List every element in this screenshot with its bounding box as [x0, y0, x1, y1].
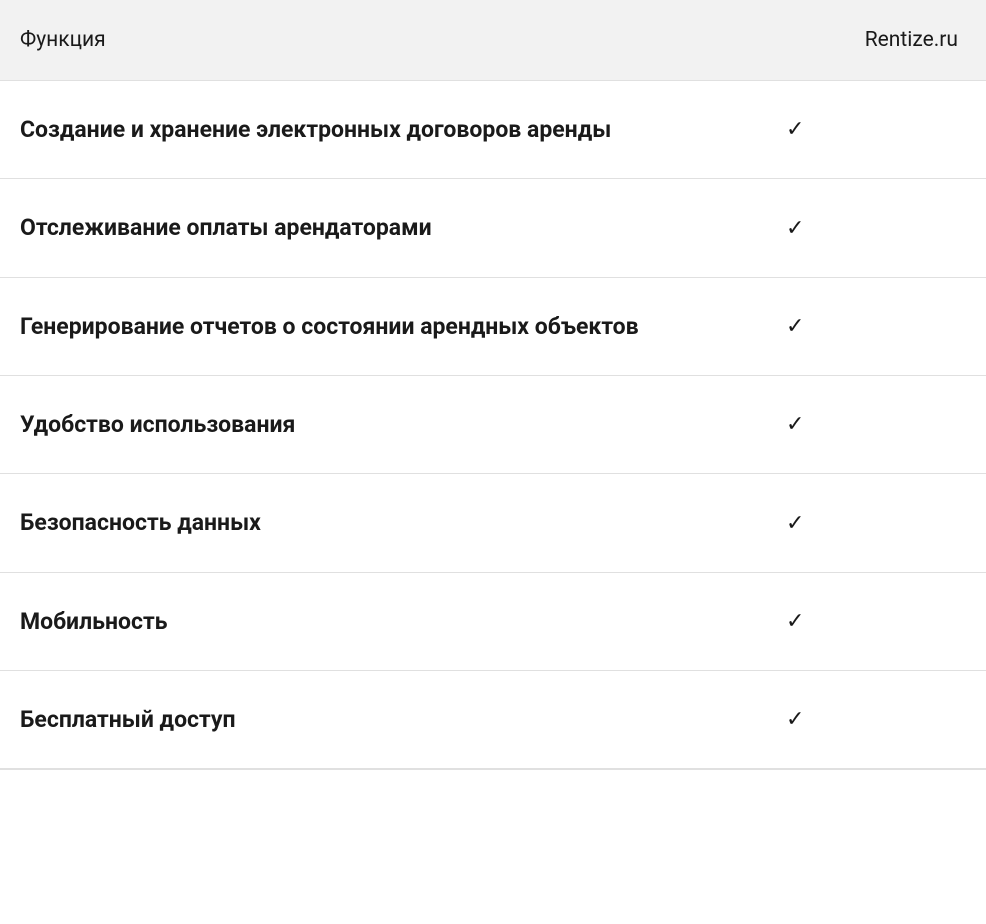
- table-row: Удобство использования ✓: [0, 376, 986, 474]
- check-icon: ✓: [726, 179, 986, 277]
- check-icon: ✓: [726, 572, 986, 670]
- column-header-feature: Функция: [0, 0, 726, 81]
- feature-label: Безопасность данных: [0, 474, 726, 572]
- feature-label: Генерирование отчетов о состоянии арендн…: [0, 277, 726, 375]
- check-icon: ✓: [726, 277, 986, 375]
- check-icon: ✓: [726, 474, 986, 572]
- feature-label: Отслеживание оплаты арендаторами: [0, 179, 726, 277]
- check-icon: ✓: [726, 81, 986, 179]
- table-row: Создание и хранение электронных договоро…: [0, 81, 986, 179]
- feature-label: Удобство использования: [0, 376, 726, 474]
- table-row: Отслеживание оплаты арендаторами ✓: [0, 179, 986, 277]
- column-header-brand: Rentize.ru: [726, 0, 986, 81]
- table-row: Бесплатный доступ ✓: [0, 671, 986, 770]
- feature-label: Создание и хранение электронных договоро…: [0, 81, 726, 179]
- table-body: Создание и хранение электронных договоро…: [0, 81, 986, 770]
- table-header-row: Функция Rentize.ru: [0, 0, 986, 81]
- table-row: Мобильность ✓: [0, 572, 986, 670]
- feature-label: Мобильность: [0, 572, 726, 670]
- table-row: Генерирование отчетов о состоянии арендн…: [0, 277, 986, 375]
- check-icon: ✓: [726, 671, 986, 770]
- check-icon: ✓: [726, 376, 986, 474]
- feature-label: Бесплатный доступ: [0, 671, 726, 770]
- table-row: Безопасность данных ✓: [0, 474, 986, 572]
- feature-comparison-table: Функция Rentize.ru Создание и хранение э…: [0, 0, 986, 770]
